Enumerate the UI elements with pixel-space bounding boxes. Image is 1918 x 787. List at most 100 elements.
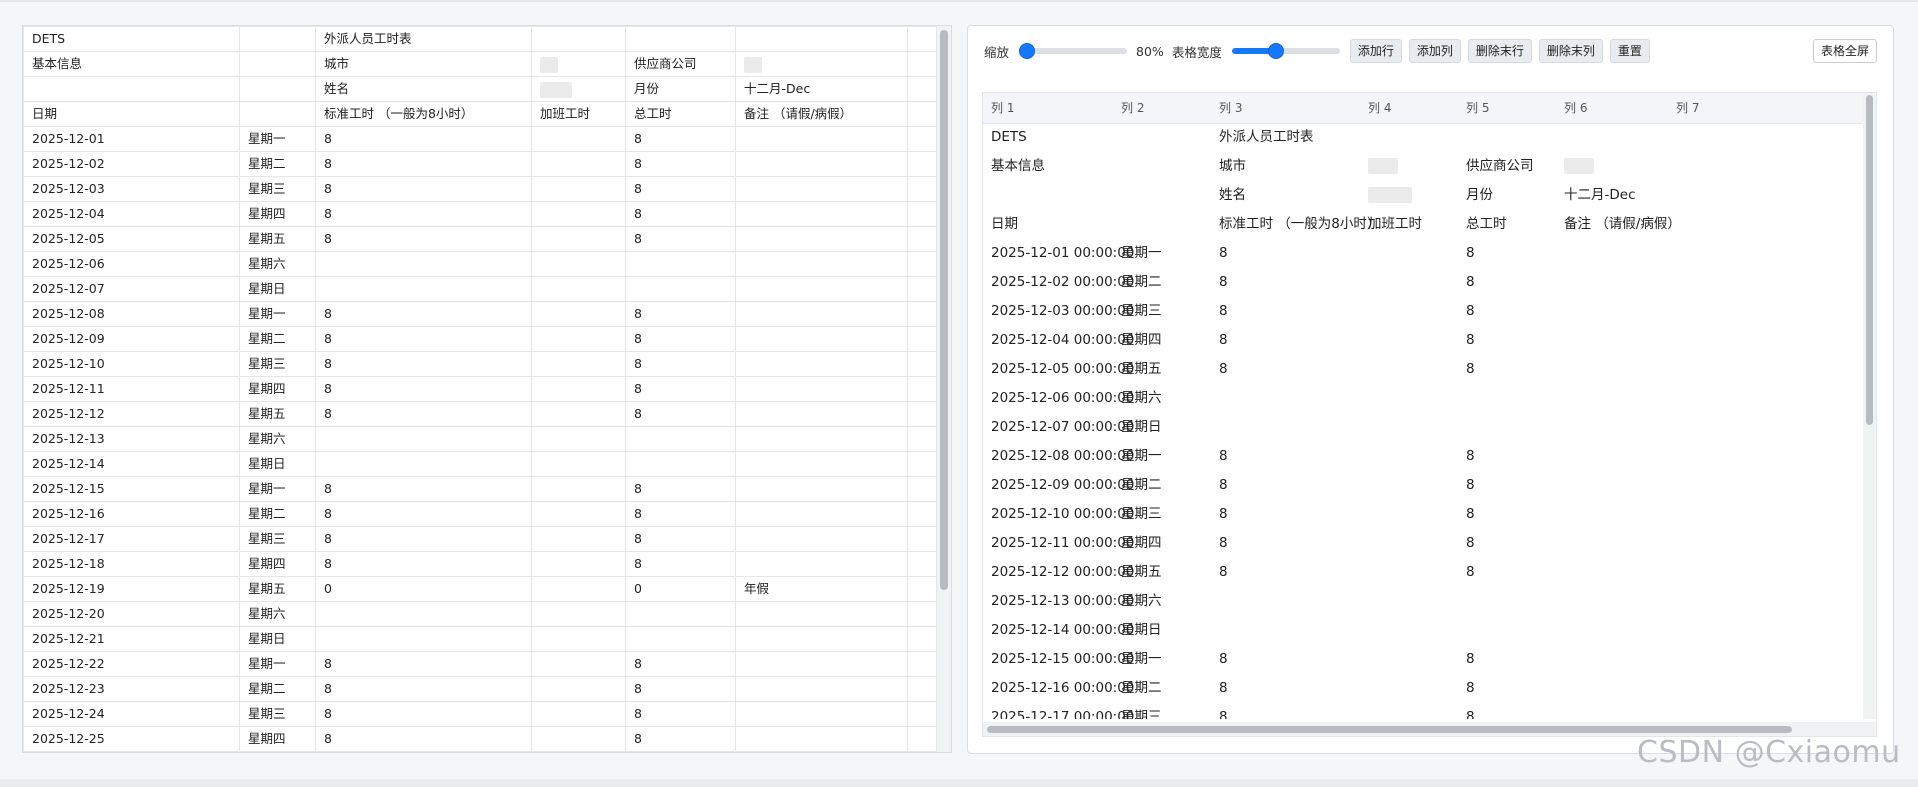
grid-column-header[interactable]: 列 7 xyxy=(1676,93,1699,123)
sheet-cell[interactable]: 基本信息 xyxy=(23,51,240,77)
grid-cell[interactable]: 2025-12-03 00:00:00 xyxy=(991,297,1134,326)
grid-cell[interactable]: 标准工时 （一般为8小时） xyxy=(1219,210,1380,239)
sheet-cell[interactable]: 8 xyxy=(315,301,532,327)
sheet-cell[interactable]: 8 xyxy=(315,326,532,352)
sheet-cell[interactable] xyxy=(907,426,937,452)
sheet-cell[interactable]: 星期四 xyxy=(239,376,316,402)
sheet-cell[interactable]: DETS xyxy=(23,26,240,52)
sheet-cell[interactable] xyxy=(315,251,532,277)
grid-cell[interactable]: 总工时 xyxy=(1466,210,1507,239)
sheet-cell[interactable]: 加班工时 xyxy=(531,101,626,127)
sheet-cell[interactable]: 8 xyxy=(625,651,736,677)
grid-cell[interactable]: 加班工时 xyxy=(1368,210,1422,239)
sheet-cell[interactable]: 8 xyxy=(625,726,736,752)
sheet-cell[interactable] xyxy=(531,676,626,702)
sheet-cell[interactable]: 2025-12-23 xyxy=(23,676,240,702)
sheet-cell[interactable]: 2025-12-08 xyxy=(23,301,240,327)
grid-cell[interactable]: 星期五 xyxy=(1121,355,1162,384)
grid-cell[interactable]: 2025-12-12 00:00:00 xyxy=(991,558,1134,587)
sheet-cell[interactable]: 0 xyxy=(625,576,736,602)
sheet-cell[interactable] xyxy=(625,251,736,277)
sheet-cell[interactable]: 8 xyxy=(625,201,736,227)
sheet-cell[interactable] xyxy=(625,601,736,627)
sheet-cell[interactable]: 2025-12-25 xyxy=(23,726,240,752)
sheet-cell[interactable]: 2025-12-21 xyxy=(23,626,240,652)
sheet-cell[interactable] xyxy=(735,251,908,277)
grid-cell[interactable]: 星期四 xyxy=(1121,529,1162,558)
grid-cell[interactable]: 星期一 xyxy=(1121,645,1162,674)
sheet-cell[interactable]: 8 xyxy=(315,401,532,427)
sheet-cell[interactable]: 星期五 xyxy=(239,226,316,252)
sheet-cell[interactable] xyxy=(735,451,908,477)
sheet-cell[interactable] xyxy=(907,176,937,202)
sheet-cell[interactable]: 8 xyxy=(625,326,736,352)
grid-cell[interactable]: 8 xyxy=(1219,355,1228,384)
sheet-cell[interactable] xyxy=(531,476,626,502)
zoom-slider-handle[interactable] xyxy=(1019,43,1036,59)
sheet-cell[interactable] xyxy=(907,676,937,702)
sheet-cell[interactable]: 8 xyxy=(625,501,736,527)
sheet-cell[interactable]: 月份 xyxy=(625,76,736,102)
sheet-cell[interactable] xyxy=(531,401,626,427)
grid-cell[interactable]: 2025-12-02 00:00:00 xyxy=(991,268,1134,297)
sheet-cell[interactable]: 8 xyxy=(625,351,736,377)
sheet-cell[interactable]: 8 xyxy=(315,176,532,202)
sheet-cell[interactable] xyxy=(531,151,626,177)
sheet-cell[interactable] xyxy=(531,426,626,452)
sheet-cell[interactable] xyxy=(531,51,626,77)
sheet-cell[interactable]: 星期一 xyxy=(239,126,316,152)
sheet-cell[interactable]: 8 xyxy=(315,726,532,752)
sheet-cell[interactable] xyxy=(531,451,626,477)
sheet-cell[interactable]: 星期六 xyxy=(239,251,316,277)
sheet-cell[interactable]: 8 xyxy=(625,401,736,427)
grid-cell[interactable]: 日期 xyxy=(991,210,1018,239)
grid-cell[interactable]: 8 xyxy=(1466,558,1475,587)
grid-cell[interactable]: 星期六 xyxy=(1121,587,1162,616)
sheet-cell[interactable]: 8 xyxy=(315,376,532,402)
sheet-cell[interactable]: 2025-12-20 xyxy=(23,601,240,627)
sheet-cell[interactable] xyxy=(531,701,626,727)
grid-cell[interactable]: 2025-12-10 00:00:00 xyxy=(991,500,1134,529)
sheet-cell[interactable]: 2025-12-11 xyxy=(23,376,240,402)
grid-cell[interactable]: 星期一 xyxy=(1121,239,1162,268)
sheet-cell[interactable] xyxy=(735,351,908,377)
sheet-vertical-scrollbar[interactable] xyxy=(936,26,951,752)
grid-cell[interactable]: 2025-12-15 00:00:00 xyxy=(991,645,1134,674)
sheet-cell[interactable]: 2025-12-17 xyxy=(23,526,240,552)
grid-cell[interactable]: 星期二 xyxy=(1121,471,1162,500)
grid-cell[interactable]: 星期四 xyxy=(1121,326,1162,355)
sheet-cell[interactable]: 星期二 xyxy=(239,151,316,177)
grid-horizontal-scroll-thumb[interactable] xyxy=(987,726,1792,733)
sheet-cell[interactable] xyxy=(735,151,908,177)
sheet-cell[interactable] xyxy=(735,426,908,452)
sheet-cell[interactable] xyxy=(531,551,626,577)
grid-cell[interactable]: 8 xyxy=(1219,326,1228,355)
grid-cell[interactable]: 2025-12-05 00:00:00 xyxy=(991,355,1134,384)
sheet-cell[interactable] xyxy=(531,601,626,627)
sheet-cell[interactable] xyxy=(735,276,908,302)
sheet-cell[interactable]: 城市 xyxy=(315,51,532,77)
grid-cell[interactable]: 星期日 xyxy=(1121,616,1162,645)
sheet-cell[interactable] xyxy=(907,376,937,402)
sheet-cell[interactable]: 8 xyxy=(315,551,532,577)
grid-cell[interactable]: 星期六 xyxy=(1121,384,1162,413)
sheet-cell[interactable]: 星期四 xyxy=(239,201,316,227)
sheet-cell[interactable] xyxy=(239,101,316,127)
sheet-cell[interactable]: 8 xyxy=(315,651,532,677)
sheet-cell[interactable] xyxy=(239,51,316,77)
sheet-cell[interactable] xyxy=(907,276,937,302)
grid-cell[interactable]: 供应商公司 xyxy=(1466,152,1534,181)
grid-cell[interactable]: 2025-12-09 00:00:00 xyxy=(991,471,1134,500)
sheet-cell[interactable]: 2025-12-16 xyxy=(23,501,240,527)
grid-cell[interactable]: 8 xyxy=(1466,326,1475,355)
sheet-cell[interactable] xyxy=(531,626,626,652)
delete-last-column-button[interactable]: 删除末列 xyxy=(1538,39,1603,63)
grid-cell[interactable]: 月份 xyxy=(1466,181,1493,210)
sheet-cell[interactable] xyxy=(735,651,908,677)
sheet-cell[interactable]: 2025-12-04 xyxy=(23,201,240,227)
grid-cell[interactable]: 8 xyxy=(1466,297,1475,326)
sheet-cell[interactable]: 8 xyxy=(315,526,532,552)
sheet-cell[interactable] xyxy=(531,526,626,552)
sheet-cell[interactable] xyxy=(735,376,908,402)
grid-cell[interactable]: 2025-12-04 00:00:00 xyxy=(991,326,1134,355)
